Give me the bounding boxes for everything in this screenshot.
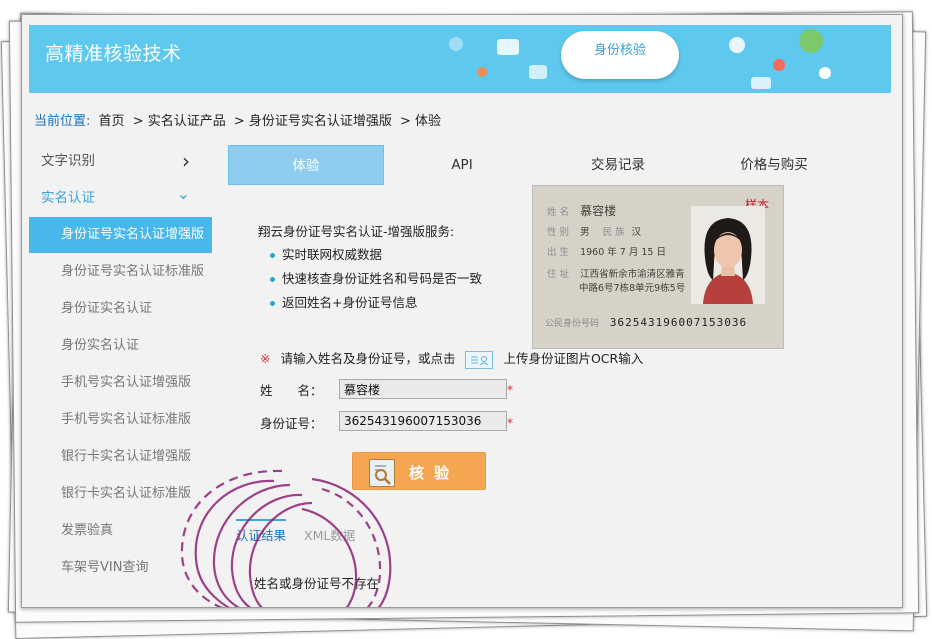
card-name-row: 姓 名 慕容楼: [547, 202, 616, 219]
card-nation-label: 民 族: [602, 227, 625, 238]
id-number-input[interactable]: [339, 411, 507, 431]
card-sex-row: 性 别 男 民 族 汉: [547, 224, 641, 238]
feature-list: 实时联网权威数据 快速核查身份证姓名和号码是否一致 返回姓名+身份证号信息: [268, 243, 482, 315]
sidebar-cat-label: 文字识别: [41, 153, 95, 169]
deco-dot: [529, 65, 547, 79]
sidebar-item-label: 身份证实名认证: [61, 301, 153, 316]
card-number-row: 公民身份号码 362543196007153036: [545, 316, 747, 329]
card-birth-label: 出 生: [547, 247, 570, 258]
brand-title: 高精准核验技术: [45, 43, 182, 65]
feature-item: 实时联网权威数据: [268, 243, 482, 267]
card-address-label: 住 址: [547, 269, 570, 280]
id-number-label: 身份证号：: [260, 416, 323, 431]
tab-api[interactable]: API: [384, 145, 540, 185]
tab-trial[interactable]: 体验: [228, 145, 384, 185]
breadcrumb-product[interactable]: > 实名认证产品: [133, 114, 226, 129]
sidebar-item-id-enhanced[interactable]: 身份证号实名认证增强版: [29, 217, 212, 253]
cloud-badge: 身份核验: [561, 31, 679, 79]
sidebar-item-label: 发票验真: [61, 523, 114, 538]
sidebar-item-label: 手机号实名认证标准版: [61, 412, 192, 427]
sidebar-item-label: 车架号VIN查询: [61, 560, 149, 575]
tab-transactions[interactable]: 交易记录: [540, 145, 696, 185]
sidebar-item-vin[interactable]: 车架号VIN查询: [29, 550, 212, 586]
sidebar-item-bank-standard[interactable]: 银行卡实名认证标准版: [29, 476, 212, 512]
feature-item: 返回姓名+身份证号信息: [268, 291, 482, 315]
sidebar-item-label: 身份证号实名认证增强版: [61, 227, 205, 242]
card-name-value: 慕容楼: [580, 204, 617, 218]
card-birth-row: 出 生 1960 年 7 月 15 日: [547, 244, 666, 258]
sidebar-item-label: 身份实名认证: [61, 338, 140, 353]
tab-xml[interactable]: XML数据: [304, 525, 355, 544]
sidebar-cat-ocr[interactable]: 文字识别 ›: [29, 143, 212, 179]
magnifier-document-icon: [369, 459, 395, 487]
required-mark: *: [507, 416, 513, 430]
card-sex-value: 男: [580, 227, 590, 238]
deco-dot: [773, 59, 785, 71]
card-address-row: 住 址 江西省新余市渝清区雅青: [547, 266, 685, 280]
name-label: 姓 名：: [260, 383, 323, 398]
sidebar-item-label: 身份证号实名认证标准版: [61, 264, 205, 279]
sidebar-item-phone-enhanced[interactable]: 手机号实名认证增强版: [29, 365, 212, 401]
breadcrumb-label: 当前位置:: [34, 114, 91, 129]
deco-dot: [799, 29, 823, 53]
sidebar-cat-label: 实名认证: [41, 190, 95, 206]
sidebar-cat-realname[interactable]: 实名认证 ⌄: [29, 180, 212, 216]
card-address-line2: 中路6号7栋8单元9栋5号: [579, 283, 686, 294]
card-number-value: 362543196007153036: [609, 316, 748, 329]
required-mark: *: [507, 383, 513, 397]
tab-result[interactable]: 认证结果: [236, 519, 287, 544]
breadcrumb-current: > 体验: [400, 114, 442, 129]
sidebar-item-label: 银行卡实名认证标准版: [61, 486, 192, 501]
card-number-label: 公民身份号码: [545, 319, 600, 329]
sidebar-item-phone-standard[interactable]: 手机号实名认证标准版: [29, 402, 212, 438]
main-tabs: 体验 API 交易记录 价格与购买: [228, 145, 848, 185]
deco-dot: [497, 39, 519, 55]
id-card-icon-graphic: [471, 355, 489, 365]
hint-star: ※: [260, 351, 271, 366]
card-address-row2: 中路6号7栋8单元9栋5号: [579, 280, 685, 294]
sidebar-item-invoice[interactable]: 发票验真: [29, 513, 212, 549]
header-banner: 高精准核验技术 身份核验: [29, 25, 891, 93]
chevron-right-icon: ›: [182, 149, 190, 173]
verify-button-label: 核验: [409, 465, 460, 482]
breadcrumb-service[interactable]: > 身份证号实名认证增强版: [234, 114, 392, 129]
cloud-badge-label: 身份核验: [593, 43, 646, 58]
sidebar-item-label: 银行卡实名认证增强版: [61, 449, 192, 464]
portrait-photo: [691, 206, 765, 304]
sidebar-item-idcard[interactable]: 身份证实名认证: [29, 291, 212, 327]
card-sex-label: 性 别: [547, 227, 570, 238]
sidebar: 文字识别 › 实名认证 ⌄ 身份证号实名认证增强版 身份证号实名认证标准版 身份…: [29, 143, 212, 593]
sidebar-item-label: 手机号实名认证增强版: [61, 375, 192, 390]
card-nation-value: 汉: [631, 227, 642, 238]
deco-dot: [819, 67, 831, 79]
deco-dot: [477, 67, 487, 77]
result-message: 姓名或身份证号不存在: [254, 576, 380, 591]
deco-dot: [729, 37, 745, 53]
sidebar-item-bank-enhanced[interactable]: 银行卡实名认证增强版: [29, 439, 212, 475]
tab-pricing[interactable]: 价格与购买: [696, 145, 852, 185]
hint-text: 请输入姓名及身份证号，或点击: [280, 351, 456, 366]
chevron-down-icon: ⌄: [176, 184, 190, 203]
sidebar-item-identity[interactable]: 身份实名认证: [29, 328, 212, 364]
service-intro-title: 翔云身份证号实名认证-增强版服务:: [258, 224, 455, 239]
card-name-label: 姓 名: [547, 207, 570, 218]
card-address-line1: 江西省新余市渝清区雅青: [580, 269, 685, 280]
magnifier-icon-graphic: [375, 465, 391, 485]
verify-button[interactable]: 核验: [352, 452, 486, 490]
page: 高精准核验技术 身份核验 当前位置: 首页 > 实名认证产品 > 身份证号实名认…: [21, 14, 903, 608]
id-card-upload-icon[interactable]: [465, 350, 494, 369]
breadcrumb-home[interactable]: 首页: [99, 114, 125, 129]
feature-item: 快速核查身份证姓名和号码是否一致: [268, 267, 482, 291]
name-input[interactable]: [339, 379, 507, 399]
id-card-sample-image: 样本 姓 名 慕容楼 性 别 男 民 族 汉 出 生 1960 年 7 月 15…: [532, 185, 784, 349]
breadcrumb: 当前位置: 首页 > 实名认证产品 > 身份证号实名认证增强版 > 体验: [34, 110, 445, 129]
card-birth-value: 1960 年 7 月 15 日: [580, 247, 666, 258]
sidebar-item-id-standard[interactable]: 身份证号实名认证标准版: [29, 254, 212, 290]
deco-dot: [449, 37, 463, 51]
deco-dot: [751, 77, 771, 89]
portrait-drawing: [703, 218, 753, 304]
hint-upload-text: 上传身份证图片OCR输入: [503, 351, 644, 366]
input-hint: ※ 请输入姓名及身份证号，或点击 上传身份证图片OCR输入: [260, 348, 643, 369]
